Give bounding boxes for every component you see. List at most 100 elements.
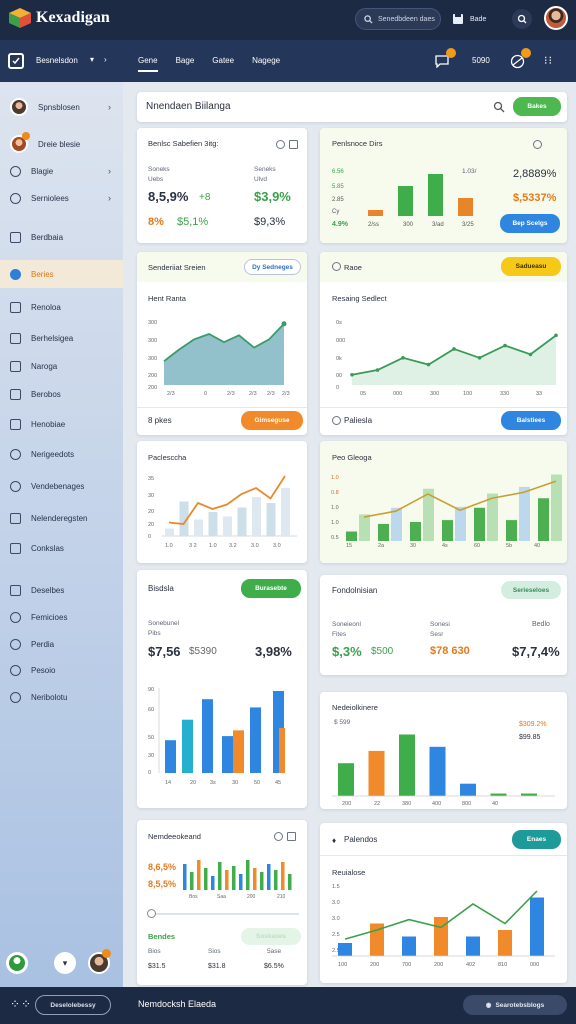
nav-bar: Besnelsdon ▾ › Gene Bage Gatee Nagege 50… <box>0 40 576 82</box>
sidebar-item-berhelsigea[interactable]: Berhelsigea <box>0 326 123 350</box>
area-badge[interactable]: Dy Sedneges <box>244 259 301 275</box>
line-footer-button[interactable]: Balstiees <box>501 411 561 430</box>
combo2-title: Peo Gleoga <box>332 453 372 462</box>
kpi2-button[interactable]: Burasebte <box>241 579 301 598</box>
kpi3-col1-sub: Fites <box>332 631 347 638</box>
list-icon <box>10 332 21 344</box>
kpi1-value-3: 8% <box>148 216 164 228</box>
sidebar-item-label: Vendebenages <box>31 481 85 491</box>
sidebar-item-neribolotu[interactable]: Neribolotu <box>0 685 123 709</box>
tab-gene[interactable]: Gene <box>138 56 158 72</box>
mini-button[interactable]: Soskases <box>241 928 301 945</box>
combo1-ytick: 30 <box>148 493 154 499</box>
bell-icon <box>10 448 21 460</box>
sidebar-item-nerigeedots[interactable]: Nerigeedots <box>0 442 123 466</box>
footer-button[interactable]: ◉ Searotebsblogs <box>463 995 567 1015</box>
sidebar-item-nelenderegsten[interactable]: Nelenderegsten <box>0 506 123 530</box>
user-avatar[interactable] <box>544 6 568 30</box>
sidebar-item-serniolees[interactable]: Serniolees › <box>0 186 123 210</box>
sidebar-item-beries[interactable]: Beries <box>0 260 123 288</box>
sidebar-item-naroga[interactable]: Naroga <box>0 354 123 378</box>
sidebar-item-label: Naroga <box>31 361 58 371</box>
sidebar-item-renoloa[interactable]: Renoloa <box>0 295 123 319</box>
combo3-button[interactable]: Enaes <box>512 830 561 849</box>
mini-bar <box>281 862 285 890</box>
sidebar-item-pesoio[interactable]: Pesoio <box>0 658 123 682</box>
status-button[interactable] <box>6 952 28 974</box>
info-icon[interactable] <box>332 262 341 271</box>
sidebar-item-profile[interactable]: Spnsblosen › <box>0 95 123 119</box>
area-chart: 300 300 300 200 200 2/3 0 2/3 2/3 2/3 2/… <box>148 320 290 397</box>
mini-cell: Sios <box>208 948 221 955</box>
refresh-icon[interactable] <box>274 832 283 841</box>
messages-button[interactable] <box>510 48 531 71</box>
sidebar-item-user[interactable]: Dreie blesie <box>0 132 123 156</box>
kpi1-col2-sub: Ulvd <box>254 176 268 183</box>
kpi3-value-2: $500 <box>371 646 394 657</box>
kpi3-col3-label: Bedlo <box>532 621 550 628</box>
mini-bar <box>218 862 222 890</box>
bar2-bars <box>165 691 285 773</box>
line-header-button[interactable]: Sadueasu <box>501 257 561 276</box>
sidebar-item-henobiae[interactable]: Henobiae <box>0 412 123 436</box>
combo1-bars <box>165 488 290 536</box>
sidebar-item-perdia[interactable]: Perdia <box>0 632 123 656</box>
expand-icon[interactable] <box>287 832 296 841</box>
search-icon[interactable] <box>493 101 505 113</box>
app-title: Kexadigan <box>36 9 110 26</box>
tab-bage[interactable]: Bage <box>176 56 195 72</box>
tab-nagege[interactable]: Nagege <box>252 56 280 72</box>
refresh-icon[interactable] <box>276 140 285 149</box>
sidebar-item-label: Dreie blesie <box>38 139 81 149</box>
search-input[interactable]: Senedbdeen daes <box>355 8 441 30</box>
sidebar-item-blagie[interactable]: Blagie › <box>0 159 123 183</box>
sidebar-bottom-button[interactable]: Deselolebessy <box>35 995 111 1015</box>
folder-icon[interactable] <box>289 140 298 149</box>
area-footer-button[interactable]: Gimseguse <box>241 411 303 430</box>
combo3-xtick: 100 <box>338 962 347 968</box>
bar1-bar <box>398 186 413 216</box>
combo-card-3: ♦ Palendos Enaes Reuialose 1.5 3.0 3.0 2… <box>320 823 567 983</box>
settings-icon[interactable] <box>533 140 542 149</box>
chevron-right-icon[interactable]: › <box>104 55 107 64</box>
sidebar-item-conkslas[interactable]: Conkslas <box>0 536 123 560</box>
sidebar-item-vendebenages[interactable]: Vendebenages <box>0 474 123 498</box>
chart-icon <box>10 192 21 204</box>
bookmark-button[interactable]: ▾ <box>54 952 76 974</box>
footer-globe-icon: ◉ <box>485 1002 492 1009</box>
sidebar-item-femicioes[interactable]: Femicioes <box>0 605 123 629</box>
help-button[interactable] <box>512 8 532 30</box>
tab-gatee[interactable]: Gatee <box>212 56 234 72</box>
combo1-ytick: 20 <box>148 522 154 528</box>
grid-menu-icon[interactable]: ⁘⁘ <box>10 997 32 1011</box>
mini-bar <box>190 872 194 890</box>
mini-slider-track[interactable] <box>149 913 299 915</box>
combo2-bar <box>455 506 466 541</box>
section-dropdown-icon[interactable]: ▾ <box>90 55 94 64</box>
line-point <box>452 347 456 351</box>
sidebar-item-deselbes[interactable]: Deselbes <box>0 578 123 602</box>
mini-slider-handle[interactable] <box>147 909 156 918</box>
more-icon[interactable]: ⁝⁝ <box>544 54 553 67</box>
kpi2-col1-sub: Pibs <box>148 630 161 637</box>
sidebar-item-label: Perdia <box>31 639 55 649</box>
sidebar-item-berdbaia[interactable]: Berdbaia <box>0 225 123 249</box>
app-logo[interactable]: Kexadigan <box>8 7 110 29</box>
kpi3-value-4: $7,7,4% <box>512 644 560 659</box>
sidebar-item-berobos[interactable]: Berobos <box>0 382 123 406</box>
bar1-xtick: 3/ad <box>432 222 444 228</box>
secondary-avatar[interactable] <box>88 949 111 974</box>
combo3-ytick: 1.5 <box>332 884 340 890</box>
combo2-xtick: 40 <box>534 543 540 549</box>
kpi3-button[interactable]: Serieseloes <box>501 581 561 599</box>
sidebar-item-label: Nelenderegsten <box>31 513 88 523</box>
table-icon <box>10 542 21 554</box>
sidebar-item-label: Neribolotu <box>31 692 68 702</box>
combo3-xtick: 200 <box>370 962 379 968</box>
bar-card-3: Nedeiolkinere $ 599 $309.2% $99.85 200 2… <box>320 692 567 809</box>
bar1-button[interactable]: Bep Scelgs <box>500 214 560 233</box>
notification-button[interactable] <box>434 48 456 70</box>
header-action-button[interactable]: Bakes <box>513 97 561 116</box>
line-xtick: 100 <box>463 391 472 397</box>
top-action-button[interactable]: Bade <box>452 8 486 30</box>
